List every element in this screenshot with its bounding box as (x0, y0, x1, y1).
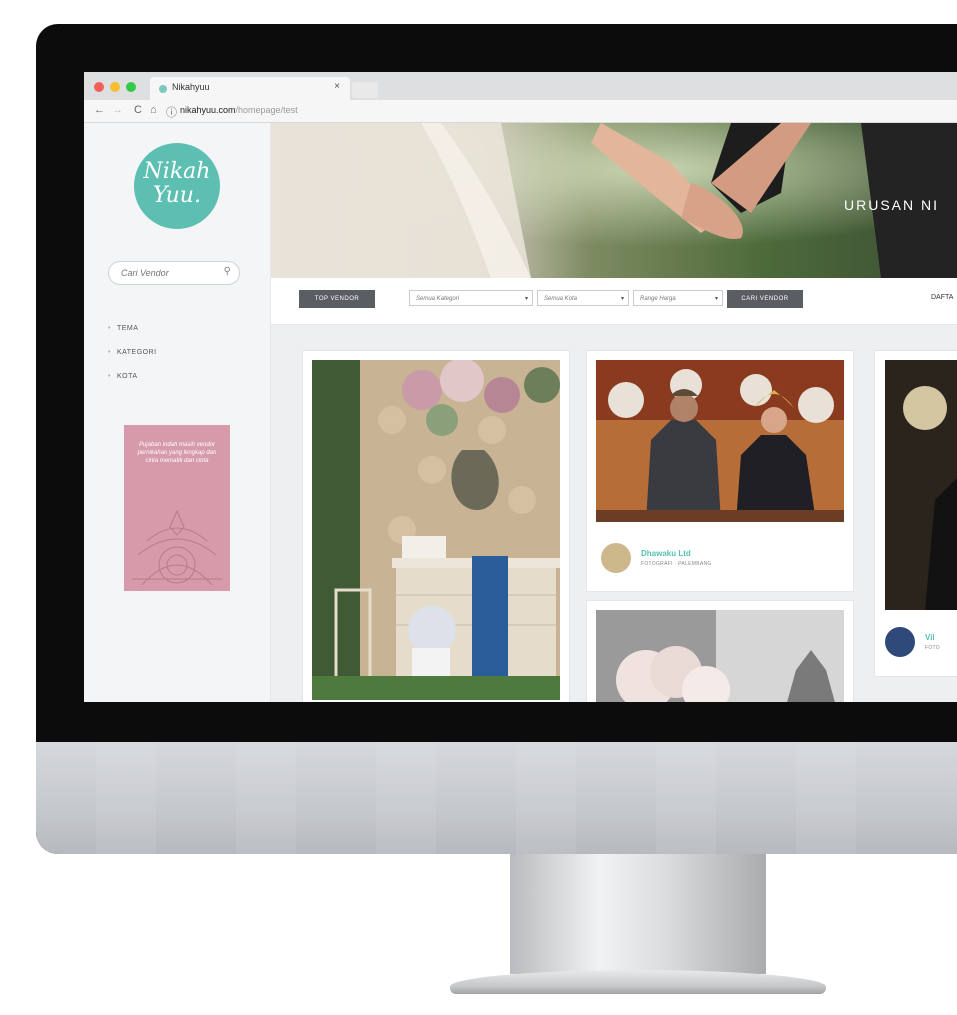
nikahyuu-logo[interactable]: Nikah Yuu. (134, 143, 220, 229)
price-range-select-value: Range Harga (640, 296, 676, 302)
chevron-down-icon: ▾ (620, 296, 624, 302)
new-tab-button[interactable] (352, 82, 378, 98)
ad-text: Pujaban indah masih vendor pernikahan ya… (137, 442, 217, 464)
bullet-icon: • (108, 373, 111, 380)
search-icon[interactable]: ⚲ (224, 266, 231, 277)
chin-reflection (796, 742, 856, 854)
vendor-avatar (601, 543, 631, 573)
bouquet-photo (596, 610, 844, 702)
vendor-grid: Dhawaku Ltd FOTOGRAFI · PALEMBANG Vil FO… (271, 325, 957, 702)
price-range-select[interactable]: Range Harga ▾ (633, 290, 723, 306)
vendor-name[interactable]: Vil (925, 633, 935, 642)
monitor-chin (36, 742, 957, 854)
monitor-stand-base (450, 970, 826, 994)
category-select[interactable]: Semua Kategori ▾ (409, 290, 533, 306)
hero-headline: URUSAN NI (844, 197, 940, 213)
tab-title: Nikahyuu (172, 82, 210, 92)
register-link[interactable]: DAFTA (931, 294, 953, 301)
chin-reflection (96, 742, 156, 854)
sidebar-item-kota[interactable]: • KOTA (108, 373, 138, 380)
chin-reflection (516, 742, 576, 854)
favicon-icon (159, 85, 167, 93)
vendor-avatar (885, 627, 915, 657)
search-input[interactable] (119, 265, 218, 281)
filter-bar: TOP VENDOR Semua Kategori ▾ Semua Kota ▾ R… (271, 278, 957, 325)
browser-tab[interactable]: Nikahyuu × (150, 77, 350, 100)
vendor-card[interactable] (303, 351, 569, 702)
close-window-button[interactable] (94, 82, 104, 92)
browser-window: Nikahyuu × ← → C ⌂ ⓘ nikahyuu.com/homepa… (84, 72, 957, 702)
vendor-search: ⚲ (108, 261, 240, 285)
search-vendor-button[interactable]: CARI VENDOR (727, 290, 803, 308)
vendor-card[interactable]: Dhawaku Ltd FOTOGRAFI · PALEMBANG (587, 351, 853, 591)
bullet-icon: • (108, 349, 111, 356)
tab-bar: Nikahyuu × (84, 72, 957, 100)
tab-close-icon[interactable]: × (334, 81, 340, 92)
chin-reflection (376, 742, 436, 854)
chin-reflection (236, 742, 296, 854)
sidebar: Nikah Yuu. ⚲ • TEMA • KATEGORI • KOTA Pujab… (84, 123, 271, 702)
sidebar-ad-banner[interactable]: Pujaban indah masih vendor pernikahan ya… (124, 425, 230, 591)
maximize-window-button[interactable] (126, 82, 136, 92)
logo-line2: Yuu. (153, 183, 201, 208)
city-select-value: Semua Kota (544, 296, 578, 302)
forward-icon[interactable]: → (112, 104, 123, 116)
mandala-ornament-icon (132, 509, 222, 585)
minimize-window-button[interactable] (110, 82, 120, 92)
sidebar-item-label: KOTA (116, 373, 138, 380)
vendor-name[interactable]: Dhawaku Ltd (641, 549, 691, 558)
url-field[interactable]: nikahyuu.com/homepage/test (180, 103, 957, 118)
couple-photo (596, 360, 844, 522)
sidebar-item-label: TEMA (116, 325, 139, 332)
chevron-down-icon: ▾ (524, 296, 528, 302)
monitor-stand-neck (510, 854, 766, 974)
url-domain: nikahyuu.com (180, 105, 236, 115)
url-path: /homepage/test (235, 105, 298, 115)
vendor-category: FOTOGRAFI · PALEMBANG (641, 561, 712, 567)
chin-reflection (656, 742, 716, 854)
address-bar: ← → C ⌂ ⓘ nikahyuu.com/homepage/test (84, 100, 957, 123)
vendor-category: FOTO (925, 645, 940, 651)
sidebar-item-kategori[interactable]: • KATEGORI (108, 349, 157, 356)
decoration-photo (312, 360, 560, 700)
venue-photo (885, 360, 957, 610)
logo-line1: Nikah (143, 159, 211, 184)
vendor-card[interactable]: Vil FOTO (875, 351, 957, 676)
back-icon[interactable]: ← (94, 104, 105, 116)
vendor-card[interactable] (587, 601, 853, 702)
monitor: Nikahyuu × ← → C ⌂ ⓘ nikahyuu.com/homepa… (36, 24, 957, 854)
site-info-icon[interactable]: ⓘ (166, 104, 177, 120)
hero-banner: URUSAN NI (271, 123, 957, 278)
sidebar-item-label: KATEGORI (116, 349, 157, 356)
category-select-value: Semua Kategori (416, 296, 460, 302)
sidebar-item-tema[interactable]: • TEMA (108, 325, 138, 332)
bullet-icon: • (108, 325, 111, 332)
chevron-down-icon: ▾ (714, 296, 718, 302)
top-vendor-button[interactable]: TOP VENDOR (299, 290, 375, 308)
home-icon[interactable]: ⌂ (150, 104, 157, 116)
city-select[interactable]: Semua Kota ▾ (537, 290, 629, 306)
reload-icon[interactable]: C (134, 104, 142, 116)
